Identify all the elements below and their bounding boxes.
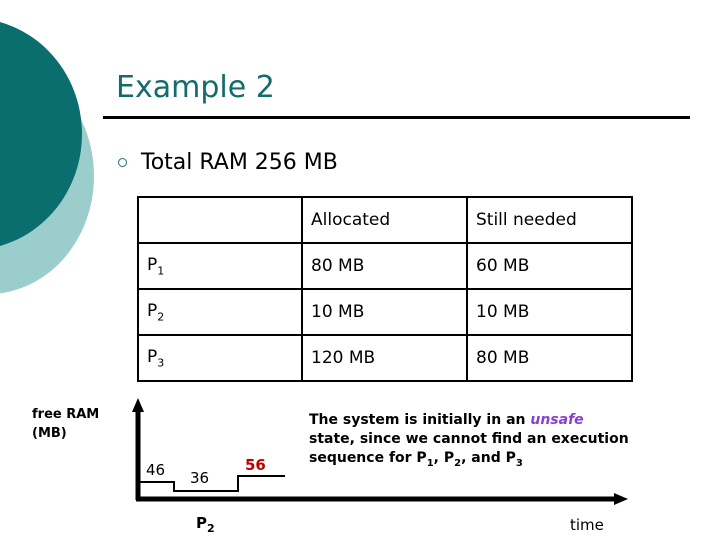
chart-x-axis-label: time <box>570 516 604 534</box>
note-comma-2: , and P <box>461 450 516 466</box>
table-cell-process: P1 <box>137 242 303 290</box>
table-cell-still-needed: 60 MB <box>466 242 633 290</box>
chart-value-label-46: 46 <box>146 461 166 479</box>
table-header-row: Allocated Still needed <box>137 196 633 244</box>
table-header-blank <box>137 196 303 244</box>
title-divider-rule <box>103 116 690 119</box>
chart-value-label-56: 56 <box>245 456 266 474</box>
chart-x-axis-arrowhead <box>614 493 628 505</box>
chart-segment-process-index: 2 <box>207 522 215 535</box>
bullet-item-total-ram: Total RAM 256 MB <box>118 150 338 175</box>
table-row: P1 80 MB 60 MB <box>137 242 633 290</box>
chart-segment-label-p2: P2 <box>196 514 215 535</box>
table-cell-allocated: 80 MB <box>301 242 468 290</box>
chart-y-axis-label: free RAM (MB) <box>32 405 99 443</box>
table-row: P2 10 MB 10 MB <box>137 288 633 336</box>
explanation-note: The system is initially in an unsafe stat… <box>309 411 681 473</box>
circle-outline-bullet-icon <box>118 158 127 167</box>
chart-y-axis-label-line1: free RAM <box>32 407 100 422</box>
table-cell-still-needed: 80 MB <box>466 334 633 382</box>
bullet-item-label: Total RAM 256 MB <box>141 150 338 175</box>
table-cell-process: P2 <box>137 288 303 336</box>
process-index: 2 <box>157 310 165 324</box>
chart-value-label-36: 36 <box>190 469 210 487</box>
process-name: P <box>147 254 158 275</box>
process-name: P <box>147 346 158 367</box>
note-emphasis-unsafe: unsafe <box>530 412 584 428</box>
table-cell-allocated: 10 MB <box>301 288 468 336</box>
note-sub-3: 3 <box>515 457 523 469</box>
process-name: P <box>147 300 158 321</box>
table-row: P3 120 MB 80 MB <box>137 334 633 382</box>
note-text-part1: The system is initially in an <box>309 412 531 428</box>
page-title: Example 2 <box>116 70 275 105</box>
allocation-table: Allocated Still needed P1 80 MB 60 MB P2… <box>137 196 633 382</box>
chart-y-axis-label-line2: (MB) <box>32 426 67 441</box>
slide-canvas: Example 2 Total RAM 256 MB Allocated Sti… <box>0 0 720 540</box>
chart-y-axis-arrowhead <box>132 398 144 412</box>
note-comma-1: , P <box>433 450 455 466</box>
table-cell-process: P3 <box>137 334 303 382</box>
table-cell-still-needed: 10 MB <box>466 288 633 336</box>
process-index: 1 <box>157 264 165 278</box>
table-header-still-needed: Still needed <box>466 196 633 244</box>
note-sub-1: 1 <box>426 457 434 469</box>
process-index: 3 <box>157 356 165 370</box>
chart-segment-process-name: P <box>196 514 207 532</box>
table-cell-allocated: 120 MB <box>301 334 468 382</box>
table-header-allocated: Allocated <box>301 196 468 244</box>
